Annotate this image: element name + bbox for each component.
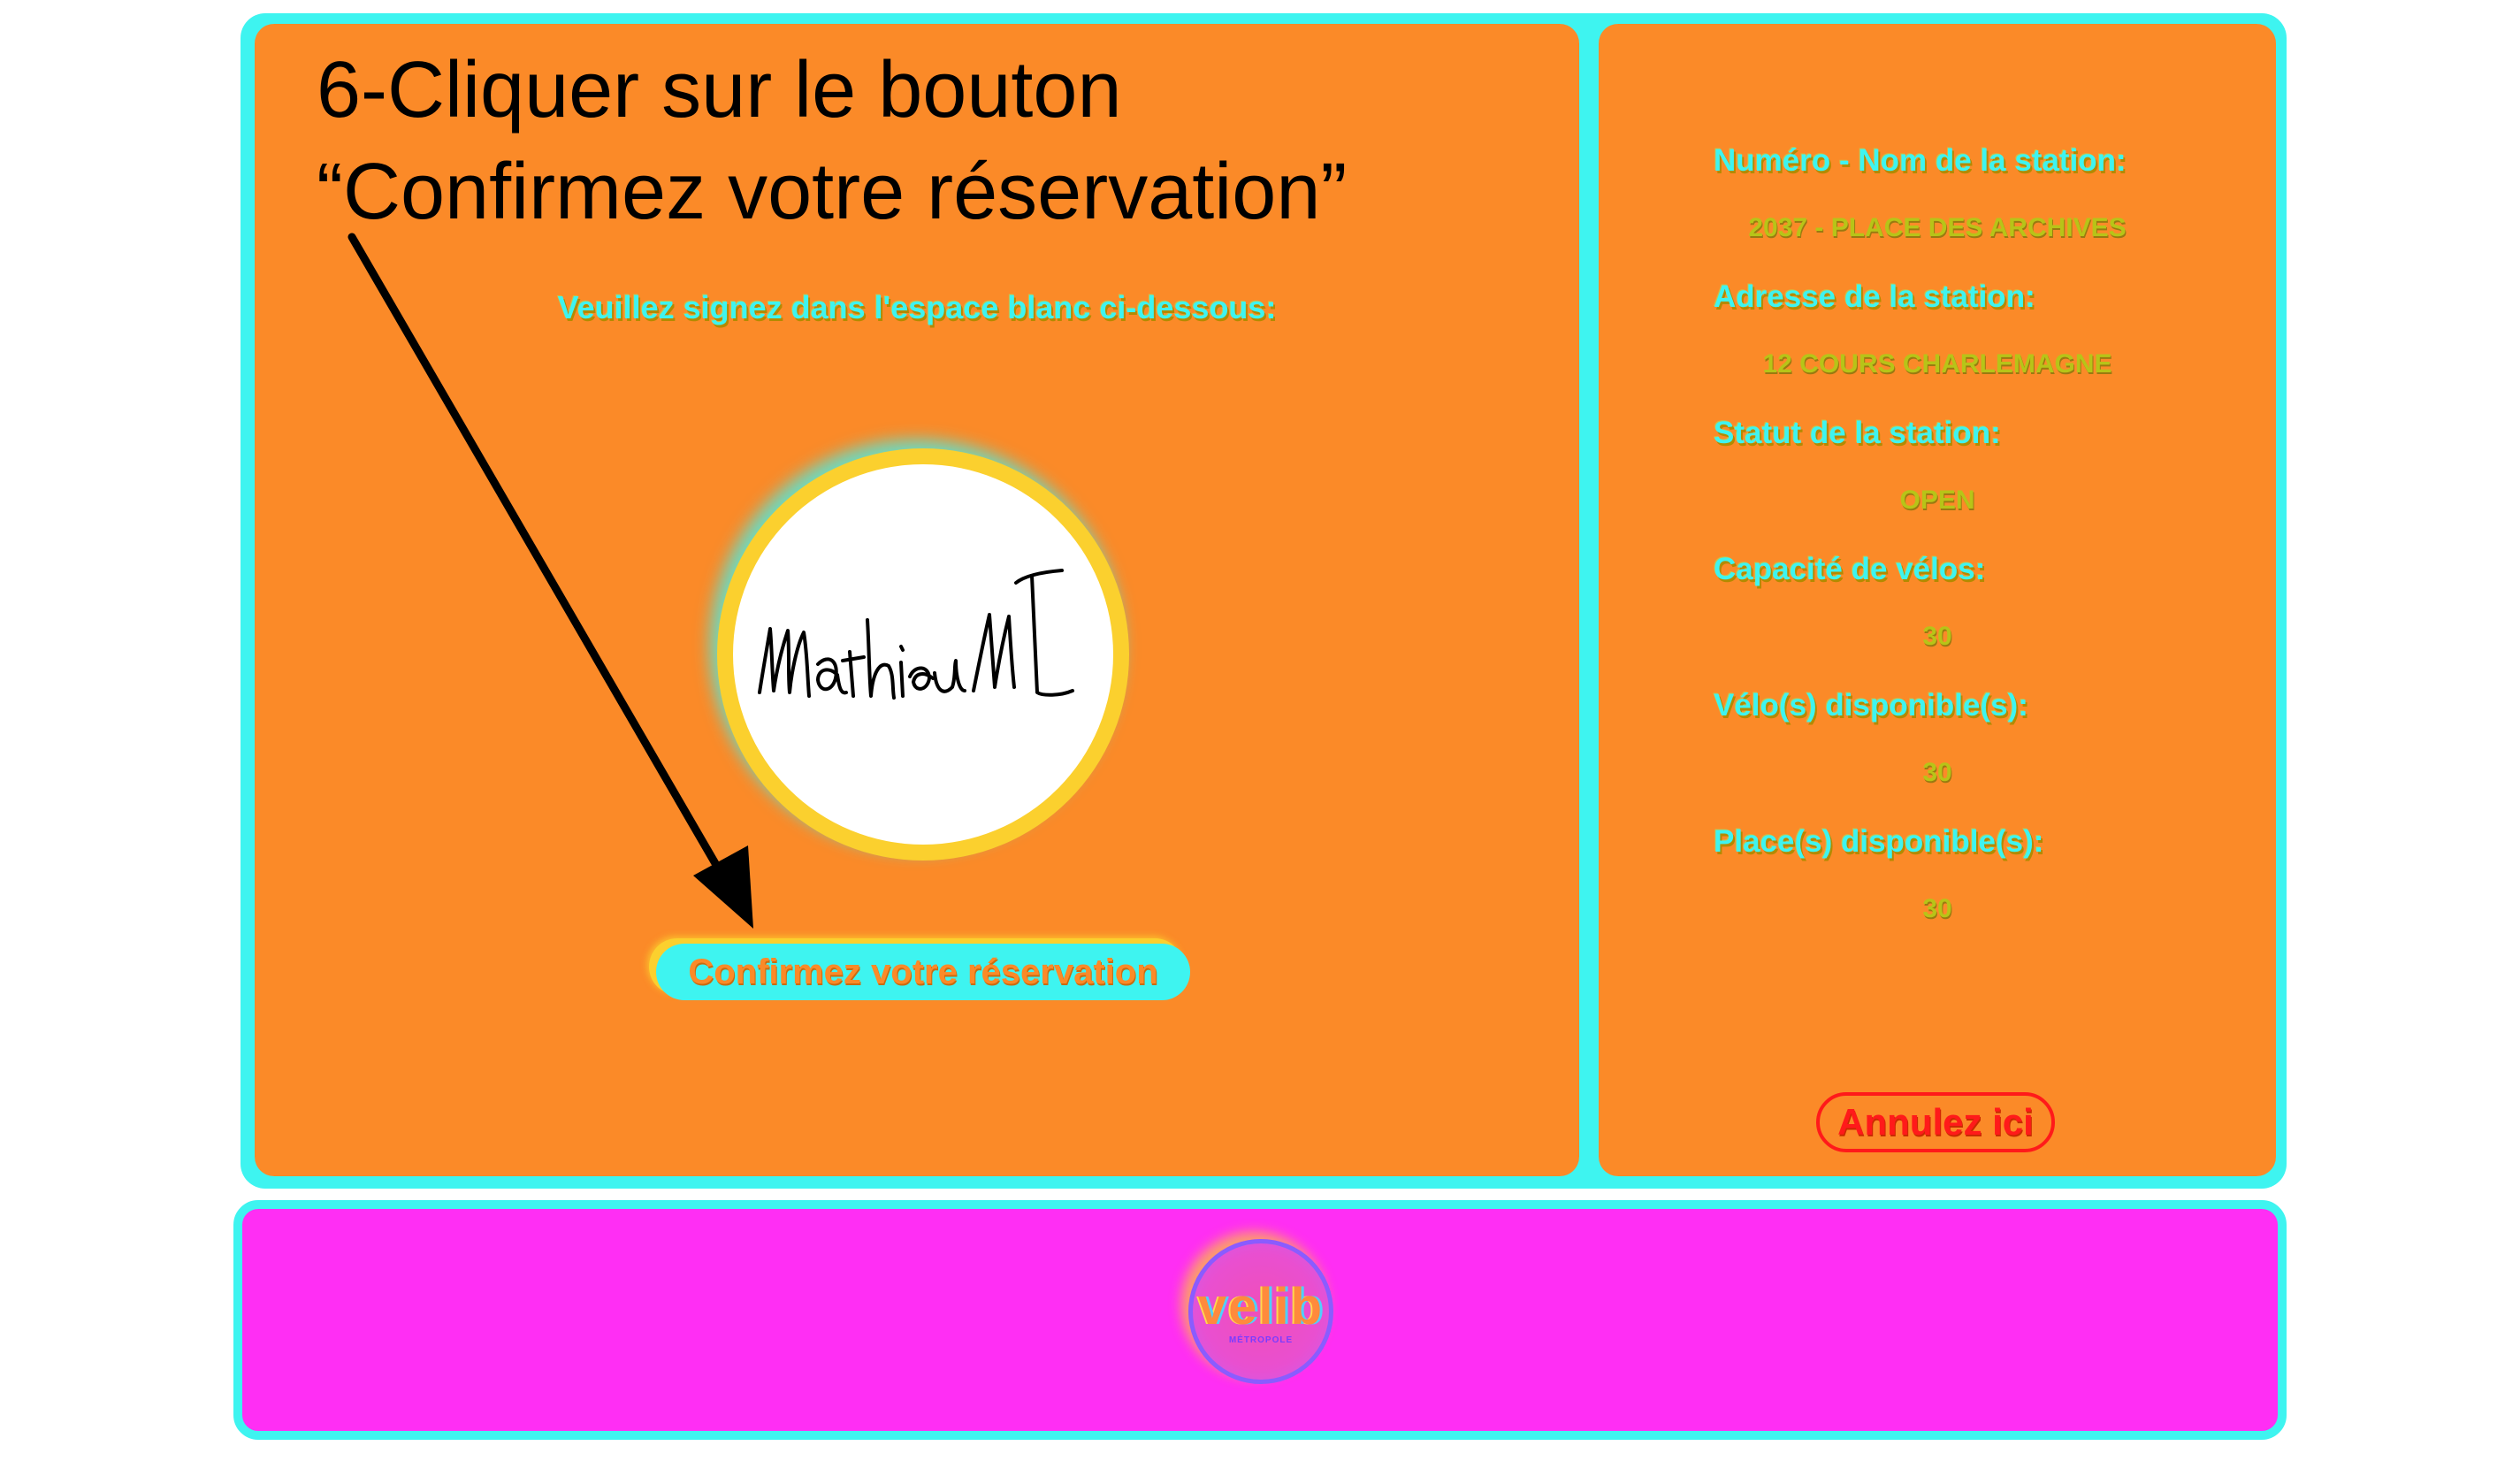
velib-logo[interactable]: velib MÉTROPOLE [1188, 1239, 1333, 1384]
station-address-label: Adresse de la station: [1714, 279, 2035, 314]
station-info-panel: Numéro - Nom de la station: 2037 - PLACE… [1599, 24, 2276, 1176]
tutorial-instruction: 6-Cliquer sur le bouton “Confirmez votre… [317, 40, 1554, 243]
station-address-value: 12 COURS CHARLEMAGNE [1762, 349, 2112, 379]
station-status-label: Statut de la station: [1714, 416, 2001, 450]
signature-drawing [758, 569, 1074, 700]
places-available-value: 30 [1922, 894, 1952, 923]
logo-subtext: MÉTROPOLE [1228, 1335, 1294, 1345]
instruction-line-1: 6-Cliquer sur le bouton [317, 46, 1122, 134]
bike-capacity-label: Capacité de vélos: [1714, 552, 1986, 586]
signature-prompt: Veuillez signez dans l'espace blanc ci-d… [557, 289, 1277, 325]
signature-pad[interactable] [733, 464, 1113, 845]
station-status-value: OPEN [1899, 486, 1975, 515]
instruction-line-2: “Confirmez votre réservation” [317, 148, 1348, 236]
signature-panel: 6-Cliquer sur le bouton “Confirmez votre… [255, 24, 1579, 1176]
places-available-label: Place(s) disponible(s): [1714, 824, 2044, 859]
bike-capacity-value: 30 [1922, 622, 1952, 651]
confirm-reservation-button[interactable]: Confirmez votre réservation [656, 944, 1190, 1000]
signature-ring [717, 448, 1129, 861]
page: 6-Cliquer sur le bouton “Confirmez votre… [0, 0, 2520, 1461]
station-number-name-value: 2037 - PLACE DES ARCHIVES [1748, 213, 2127, 242]
footer: velib MÉTROPOLE [233, 1200, 2287, 1440]
logo-text: velib [1197, 1278, 1325, 1335]
bikes-available-label: Vélo(s) disponible(s): [1714, 688, 2028, 723]
cancel-reservation-button[interactable]: Annulez ici [1816, 1092, 2055, 1152]
bikes-available-value: 30 [1922, 758, 1952, 787]
station-number-name-label: Numéro - Nom de la station: [1714, 143, 2127, 178]
main-frame: 6-Cliquer sur le bouton “Confirmez votre… [241, 13, 2287, 1189]
